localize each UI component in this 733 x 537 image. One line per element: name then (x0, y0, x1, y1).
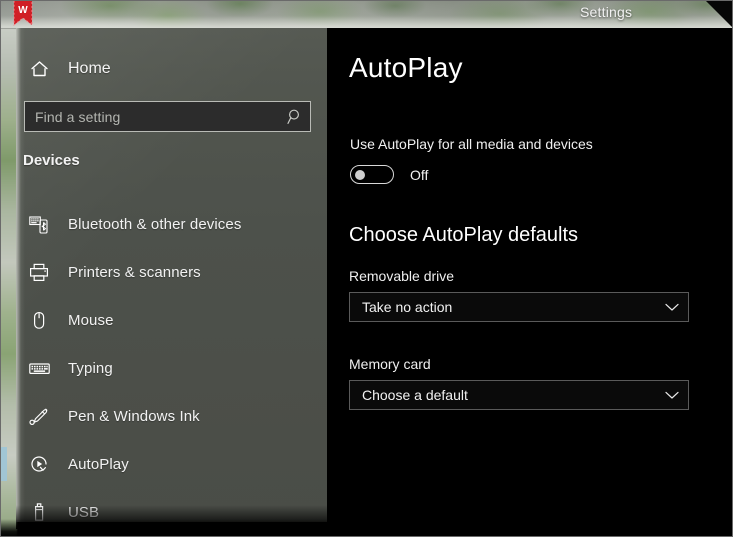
memory-card-dropdown[interactable]: Choose a default (349, 380, 689, 410)
field-label: Memory card (349, 356, 431, 372)
usb-drive-icon (22, 502, 56, 522)
sidebar-item-label: Mouse (68, 311, 114, 329)
window-title: Settings (580, 4, 633, 20)
sidebar-item-printers-scanners[interactable]: Printers & scanners (16, 248, 327, 296)
search-icon[interactable] (280, 108, 310, 125)
sidebar-item-pen-windows-ink[interactable]: Pen & Windows Ink (16, 392, 327, 440)
autoplay-toggle-row: Off (350, 165, 428, 184)
field-label: Removable drive (349, 268, 455, 284)
mouse-icon (22, 311, 56, 330)
sidebar-item-label: Bluetooth & other devices (68, 215, 242, 233)
defaults-heading: Choose AutoPlay defaults (349, 224, 579, 246)
sidebar-item-mouse[interactable]: Mouse (16, 296, 327, 344)
search-input-placeholder: Find a setting (35, 108, 121, 125)
sidebar-item-autoplay[interactable]: AutoPlay (0, 440, 327, 488)
sidebar-item-typing[interactable]: Typing (16, 344, 327, 392)
field-removable-drive: Removable drive Take no action (349, 268, 689, 322)
toggle-knob (355, 169, 365, 180)
sidebar-item-label: Pen & Windows Ink (68, 407, 200, 425)
autoplay-toggle-switch[interactable] (350, 165, 394, 184)
home-icon (22, 60, 56, 78)
dropdown-selected-value: Choose a default (362, 387, 468, 403)
sidebar-section-header: Devices (23, 152, 80, 169)
selection-indicator (0, 447, 7, 481)
window-corner-decoration (705, 0, 733, 28)
sidebar-item-usb[interactable]: USB (16, 488, 327, 536)
svg-text:W: W (18, 5, 28, 16)
sidebar-item-label: USB (68, 503, 100, 521)
pen-icon (22, 407, 56, 426)
autoplay-toggle-label: Use AutoPlay for all media and devices (350, 136, 593, 152)
keyboard-icon (22, 359, 56, 378)
sidebar-nav-list: Bluetooth & other devices Printers & sca… (0, 200, 327, 536)
sidebar-item-label: Printers & scanners (68, 263, 201, 281)
page-title: AutoPlay (349, 52, 463, 83)
autoplay-toggle-state: Off (410, 166, 429, 183)
bookmark-ribbon-w-icon: W (10, 0, 36, 30)
sidebar-item-home-label: Home (68, 60, 111, 77)
content-pane: AutoPlay Use AutoPlay for all media and … (327, 28, 733, 537)
sidebar-item-label: Typing (68, 359, 113, 377)
bluetooth-devices-icon (22, 215, 56, 234)
sidebar-item-home[interactable]: Home (16, 52, 327, 86)
printer-icon (22, 263, 56, 282)
field-memory-card: Memory card Choose a default (349, 356, 689, 410)
chevron-down-icon[interactable] (656, 303, 688, 312)
settings-window: W Settings Home Find a setting Devices B… (0, 0, 733, 537)
search-input[interactable]: Find a setting (24, 101, 311, 132)
removable-drive-dropdown[interactable]: Take no action (349, 292, 689, 322)
dropdown-selected-value: Take no action (362, 299, 453, 315)
sidebar-item-label: AutoPlay (68, 455, 129, 473)
autoplay-icon (22, 454, 56, 474)
chevron-down-icon[interactable] (656, 391, 688, 400)
sidebar-item-bluetooth-other-devices[interactable]: Bluetooth & other devices (16, 200, 327, 248)
